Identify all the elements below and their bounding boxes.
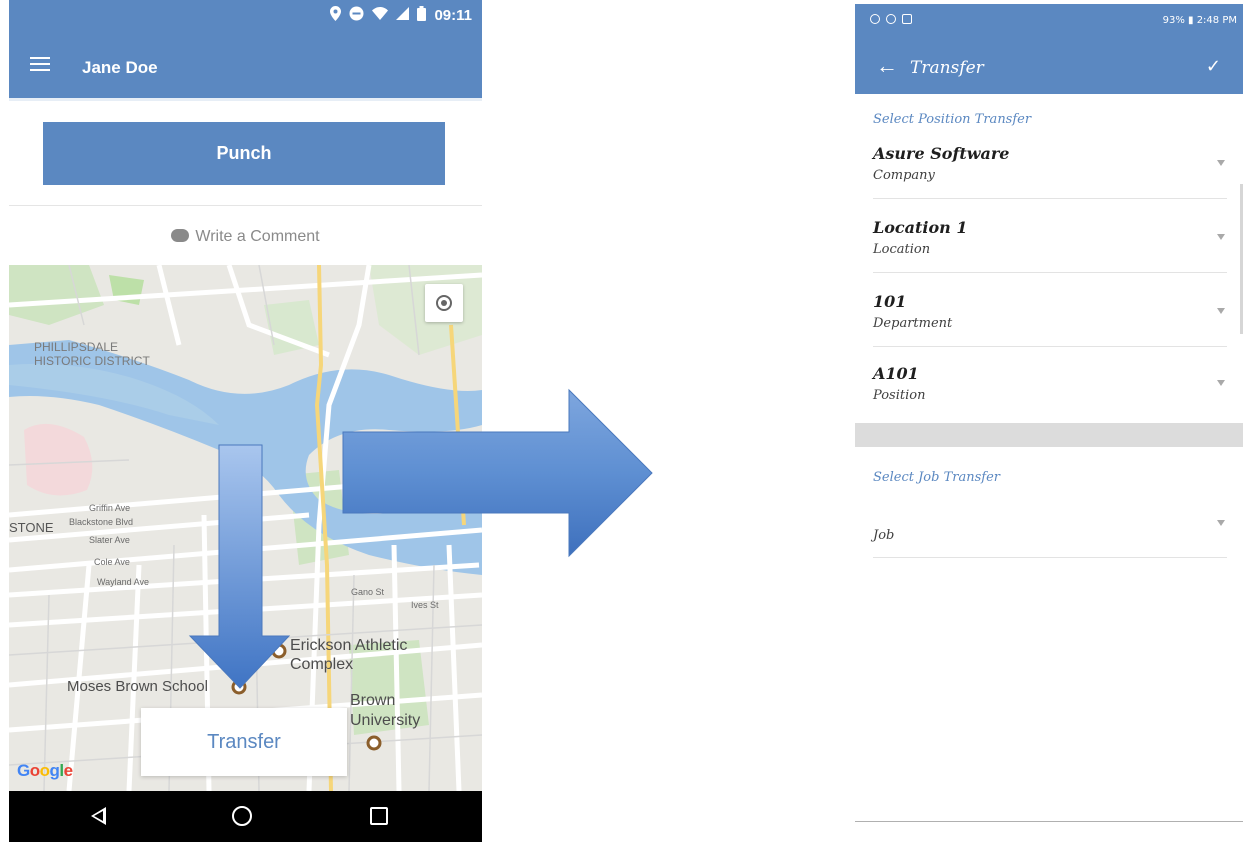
wifi-icon xyxy=(372,7,389,24)
company-value: Asure Software xyxy=(873,144,1010,163)
map-label-district: PHILLIPSDALE HISTORIC DISTRICT xyxy=(34,340,150,368)
position-section-title: Select Position Transfer xyxy=(873,112,1032,127)
dropdown-caret-icon xyxy=(1217,308,1225,314)
department-select[interactable]: 101 Department xyxy=(873,292,1227,347)
dropdown-caret-icon xyxy=(1217,380,1225,386)
write-comment-label: Write a Comment xyxy=(195,228,320,245)
map-poi-brown[interactable]: Brown University xyxy=(350,691,420,731)
chat-bubble-icon xyxy=(171,229,190,242)
company-select[interactable]: Asure Software Company xyxy=(873,144,1227,199)
google-logo: Google xyxy=(17,761,73,780)
status-right-text: 93% ▮ 2:48 PM xyxy=(1162,15,1237,26)
divider xyxy=(9,205,482,206)
app-bar: ← Transfer ✓ xyxy=(855,42,1243,94)
map-label-cole: Cole Ave xyxy=(94,557,130,567)
dnd-icon xyxy=(349,6,364,25)
signal-icon xyxy=(396,7,410,24)
map-label-ives: Ives St xyxy=(411,600,439,610)
recents-nav-icon[interactable] xyxy=(370,807,388,825)
map-poi-erickson[interactable]: Erickson Athletic Complex xyxy=(290,636,407,674)
map-label-stone: STONE xyxy=(9,520,54,535)
dropdown-caret-icon xyxy=(1217,160,1225,166)
write-comment-link[interactable]: Write a Comment xyxy=(9,228,482,246)
location-select[interactable]: Location 1 Location xyxy=(873,218,1227,273)
battery-icon xyxy=(417,6,427,25)
app-bar: Jane Doe xyxy=(9,30,482,98)
job-section-title: Select Job Transfer xyxy=(873,470,1000,485)
map-label-blackstone: Blackstone Blvd xyxy=(69,517,134,527)
sync-icon xyxy=(870,14,880,24)
left-phone-screen: 09:11 Jane Doe Punch Write a Comment PHI… xyxy=(9,0,482,842)
notification-icon xyxy=(886,14,896,24)
map-label-gano: Gano St xyxy=(351,587,385,597)
job-label: Job xyxy=(873,528,895,543)
location-value: Location 1 xyxy=(873,218,968,237)
section-separator xyxy=(855,423,1243,447)
dropdown-caret-icon xyxy=(1217,234,1225,240)
map-label-wayland: Wayland Ave xyxy=(97,577,150,587)
job-select[interactable]: Job xyxy=(873,514,1227,558)
map-label-slater: Slater Ave xyxy=(89,535,130,545)
location-label: Location xyxy=(873,242,931,257)
transfer-button[interactable]: Transfer xyxy=(141,708,347,776)
gallery-icon xyxy=(902,14,912,24)
department-label: Department xyxy=(873,316,953,331)
punch-button[interactable]: Punch xyxy=(43,122,445,185)
location-pin-icon xyxy=(330,6,342,25)
map-view[interactable]: PHILLIPSDALE HISTORIC DISTRICT STONE Gri… xyxy=(9,265,482,791)
right-phone-screen: 93% ▮ 2:48 PM ← Transfer ✓ Select Positi… xyxy=(855,4,1243,822)
user-name: Jane Doe xyxy=(82,58,158,77)
company-label: Company xyxy=(873,168,935,183)
status-bar: 93% ▮ 2:48 PM xyxy=(855,4,1243,42)
position-label: Position xyxy=(873,388,926,403)
check-icon[interactable]: ✓ xyxy=(1206,56,1221,77)
page-title: Transfer xyxy=(910,58,984,78)
position-value: A101 xyxy=(873,364,919,383)
system-nav-bar xyxy=(9,791,482,842)
home-nav-icon[interactable] xyxy=(232,806,252,826)
position-select[interactable]: A101 Position xyxy=(873,364,1227,419)
map-label-griffin: Griffin Ave xyxy=(89,503,131,513)
appbar-shadow xyxy=(9,98,482,101)
department-value: 101 xyxy=(873,292,907,311)
status-bar: 09:11 xyxy=(9,0,482,30)
my-location-icon[interactable] xyxy=(425,284,463,322)
dropdown-caret-icon xyxy=(1217,520,1225,526)
map-poi-moses-brown[interactable]: Moses Brown School xyxy=(67,678,208,695)
menu-icon[interactable] xyxy=(30,57,50,71)
back-arrow-icon[interactable]: ← xyxy=(876,53,898,79)
status-time: 09:11 xyxy=(434,7,472,24)
